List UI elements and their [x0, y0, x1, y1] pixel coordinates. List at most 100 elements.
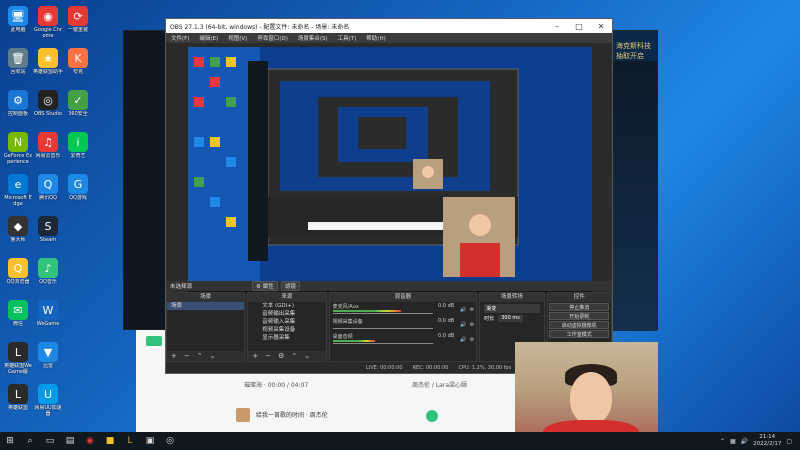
studio-mode-button[interactable]: 工作室模式	[549, 330, 610, 338]
app-taskbar-icon[interactable]: ■	[100, 432, 120, 450]
desktop-icon-chrome[interactable]: ◉ Google Chrome	[33, 6, 63, 39]
desktop-icon-geforce[interactable]: N GeForce Experience	[3, 132, 33, 165]
menu-view[interactable]: 视图(V)	[223, 34, 252, 42]
xunlei-icon: U	[38, 384, 58, 404]
source-down-icon[interactable]: ⌄	[304, 352, 310, 360]
track-title: 给我一首歌的时间 · 周杰伦	[256, 412, 328, 419]
search-icon[interactable]: ⌕	[20, 432, 40, 450]
stop-streaming-button[interactable]: 停止推流	[549, 303, 610, 311]
explorer-icon[interactable]: ▤	[60, 432, 80, 450]
filters-button[interactable]: 滤镜	[280, 281, 300, 291]
move-up-icon[interactable]: ⌃	[197, 352, 203, 360]
source-item-display-capture[interactable]: 显示器采集	[248, 334, 325, 342]
notification-icon[interactable]: ▢	[786, 438, 792, 445]
source-item-video-capture[interactable]: 视频采集设备	[248, 326, 325, 334]
desktop-icon-qiezi[interactable]: Q QQ浏览器	[3, 258, 33, 285]
desktop-icon-netease[interactable]: ♫ 网易云音乐	[33, 132, 63, 159]
ludashi-icon: ◆	[8, 216, 28, 236]
desktop-icon-lol[interactable]: L 英雄联盟WeGame版	[3, 342, 33, 375]
lol-taskbar-icon[interactable]: L	[120, 432, 140, 450]
desktop-icon-ludashi[interactable]: ◆ 鲁大师	[3, 216, 33, 243]
desktop-icon-wechat[interactable]: ✉ 微信	[3, 300, 33, 327]
source-item-audio-in[interactable]: 音频输入采集	[248, 318, 325, 326]
scenes-dock-title: 场景	[167, 293, 245, 302]
mute-icon[interactable]: 🔊	[460, 322, 466, 328]
desktop-icon-label: GeForce Experience	[3, 153, 33, 165]
duration-input[interactable]: 300 ms	[498, 315, 523, 322]
desktop-icon-app-a[interactable]: ⟳ 一键重装	[63, 6, 93, 33]
scene-item[interactable]: 场景	[167, 302, 245, 310]
minimize-icon[interactable]: –	[546, 22, 568, 31]
menu-tools[interactable]: 工具(T)	[333, 34, 362, 42]
volume-slider[interactable]	[332, 343, 433, 344]
mute-icon[interactable]: 🔊	[460, 307, 466, 313]
desktop-icon-lol2[interactable]: L 英雄联盟	[3, 384, 33, 411]
taskbar: ⊞ ⌕ ▭ ▤ ◉ ■ L ▣ ◎ ⌃ ▦ 🔊 21:14 2022/2/17 …	[0, 432, 800, 450]
menu-file[interactable]: 文件(F)	[166, 34, 194, 42]
obs-preview-canvas[interactable]	[188, 47, 592, 293]
sources-dock: 来源 文本 (GDI+) 音频输出采集 音频输入采集 视频采集设备 显示器采集 …	[247, 292, 327, 362]
remove-scene-icon[interactable]: −	[184, 352, 190, 360]
volume-icon[interactable]: 🔊	[741, 438, 748, 445]
desktop-icon-app-e[interactable]: G QQ游戏	[63, 174, 93, 201]
properties-button[interactable]: ⚙ 属性	[252, 281, 278, 291]
menu-edit[interactable]: 编辑(E)	[194, 34, 223, 42]
start-recording-button[interactable]: 开始录制	[549, 312, 610, 320]
desktop-icon-control-panel[interactable]: ⚙ 控制面板	[3, 90, 33, 117]
remove-source-icon[interactable]: −	[265, 352, 271, 360]
desktop-icon-wegame[interactable]: W WeGame	[33, 300, 63, 327]
desktop-icon-this-pc[interactable]: 🖥 此电脑	[3, 6, 33, 33]
add-scene-icon[interactable]: +	[171, 352, 177, 360]
desktop-icon-label: QQ浏览器	[6, 279, 30, 285]
desktop-icon-label: 网易云音乐	[35, 153, 61, 159]
gear-icon[interactable]: ⚙	[470, 322, 474, 328]
transition-select[interactable]: 渐变	[484, 304, 540, 313]
network-icon[interactable]: ▦	[730, 438, 736, 445]
desktop-icon-app-c[interactable]: ✓ 360安全	[63, 90, 93, 117]
transition-duration-row: 时长 300 ms	[484, 315, 539, 322]
play-pause-button[interactable]	[426, 410, 438, 422]
source-item-audio-out[interactable]: 音频输出采集	[248, 310, 325, 318]
add-source-icon[interactable]: +	[252, 352, 258, 360]
clock-date: 2022/2/17	[753, 441, 782, 447]
maximize-icon[interactable]: □	[568, 22, 590, 31]
desktop-icon-xunlei[interactable]: U 网易UU加速器	[33, 384, 63, 417]
obs-taskbar-icon[interactable]: ◎	[160, 432, 180, 450]
desktop-icon-kk[interactable]: ▼ 迅雷	[33, 342, 63, 369]
menu-help[interactable]: 帮助(H)	[361, 34, 390, 42]
desktop-icon-label: 迅雷	[42, 363, 53, 369]
move-down-icon[interactable]: ⌄	[210, 352, 216, 360]
chrome-taskbar-icon[interactable]: ◉	[80, 432, 100, 450]
mixer-dock: 混音器 麦克风/Aux 0.0 dB 🔊 ⚙ 视频采集设备 0.0 dB 🔊 ⚙ 桌面音频 0.0…	[328, 292, 478, 362]
start-icon[interactable]: ⊞	[0, 432, 20, 450]
source-up-icon[interactable]: ⌃	[291, 352, 297, 360]
volume-slider[interactable]	[332, 313, 433, 314]
desktop-icon-qq[interactable]: Q 腾讯QQ	[33, 174, 63, 201]
desktop-icon-edge[interactable]: e Microsoft Edge	[3, 174, 33, 207]
task-view-icon[interactable]: ▭	[40, 432, 60, 450]
volume-slider[interactable]	[332, 328, 433, 329]
mute-icon[interactable]: 🔊	[460, 337, 466, 343]
desktop-icon-lol-helper[interactable]: ★ 英雄联盟助手	[33, 48, 63, 75]
desktop-icon-steam[interactable]: S Steam	[33, 216, 63, 243]
desktop-icon-recycle-bin[interactable]: 🗑 回收站	[3, 48, 33, 75]
app-e-icon: G	[68, 174, 88, 194]
desktop-icon-app-b[interactable]: K 夸克	[63, 48, 93, 75]
gear-icon[interactable]: ⚙	[470, 307, 474, 313]
close-icon[interactable]: ✕	[590, 22, 612, 31]
source-settings-icon[interactable]: ⚙	[278, 352, 284, 360]
desktop-icon-label: 腾讯QQ	[39, 195, 57, 201]
desktop-icon-music-tool[interactable]: ♪ QQ音乐	[33, 258, 63, 285]
gear-icon[interactable]: ⚙	[470, 337, 474, 343]
desktop-icon-label: 一键重装	[67, 27, 88, 33]
wegame-taskbar-icon[interactable]: ▣	[140, 432, 160, 450]
source-item-text[interactable]: 文本 (GDI+)	[248, 302, 325, 310]
clock[interactable]: 21:14 2022/2/17	[753, 434, 781, 448]
desktop-icon-obs[interactable]: ◎ OBS Studio	[33, 90, 63, 117]
chevron-up-icon[interactable]: ⌃	[720, 438, 725, 445]
menu-scene-collection[interactable]: 场景集合(S)	[293, 34, 333, 42]
obs-window: OBS 27.1.3 (64-bit, windows) - 配置文件: 未命名…	[165, 18, 613, 374]
menu-docks[interactable]: 停靠窗口(D)	[252, 34, 293, 42]
desktop-icon-app-d[interactable]: i 爱奇艺	[63, 132, 93, 159]
virtual-camera-button[interactable]: 启动虚拟摄像机	[549, 321, 610, 329]
